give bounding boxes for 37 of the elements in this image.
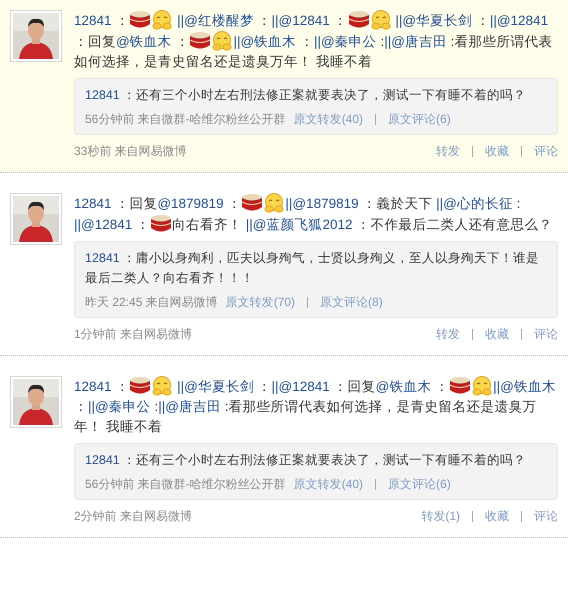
quoted-text: 12841 ：还有三个小时左右刑法修正案就要表决了，测试一下有睡不着的吗？ [85, 452, 528, 469]
user-link[interactable]: ||@铁血木 [493, 379, 556, 394]
timestamp-source: 2分钟前 来自网易微博 [74, 508, 192, 525]
timestamp-source: 1分钟前 来自网易微博 [74, 326, 192, 343]
user-link[interactable]: ||@唐吉田 [158, 399, 221, 414]
timestamp-source: 56分钟前 来自微群-哈维尔粉丝公开群 [85, 111, 286, 128]
user-link[interactable]: 12841 [85, 88, 120, 102]
user-link[interactable]: ||@蓝颜飞狐2012 [246, 217, 353, 232]
user-link[interactable]: ||@华夏长剑 [392, 13, 472, 28]
timestamp-source: 33秒前 来自网易微博 [74, 143, 187, 160]
user-link[interactable]: 12841 [74, 196, 112, 211]
user-link[interactable]: ||@秦申公 [88, 399, 151, 414]
user-link[interactable]: ||@唐吉田 [384, 34, 447, 49]
user-link[interactable]: ||@12841 [74, 217, 132, 232]
quoted-text: 12841 ：还有三个小时左右刑法修正案就要表决了，测试一下有睡不着的吗？ [85, 87, 528, 104]
user-link[interactable]: ||@12841 [272, 379, 330, 394]
post-text: 12841 ：回复@1879819 ： ||@1879819 ：義於天下 ||@心的长征 : ||@12841 ： 向右看齐！ ||@蓝颜飞狐2012 ：不作最后二类人还有意思么？ [74, 193, 558, 235]
user-link[interactable]: @1879819 [157, 196, 224, 211]
user-link[interactable]: ||@华夏长剑 [173, 379, 254, 394]
user-link[interactable]: ||@12841 [272, 13, 330, 28]
timestamp-source: 昨天 22:45 来自网易微博 [85, 294, 218, 311]
user-link[interactable]: ||@红楼醒梦 [173, 13, 254, 28]
quoted-text: 12841 ：庸小以身殉利，匹夫以身殉气，士贤以身殉义，至人以身殉天下！谁是最后二类人？向右看齐！！！ [85, 250, 540, 287]
user-link[interactable]: ||@铁血木 [233, 34, 296, 49]
user-link[interactable]: 12841 [85, 251, 120, 265]
user-link[interactable]: ||@12841 [490, 13, 548, 28]
user-link[interactable]: ||@秦申公 [314, 34, 377, 49]
user-link[interactable]: @铁血木 [116, 34, 172, 49]
user-link[interactable]: 12841 [85, 453, 120, 467]
timestamp-source: 56分钟前 来自微群-哈维尔粉丝公开群 [85, 476, 286, 493]
user-link[interactable]: 12841 [74, 13, 112, 28]
user-link[interactable]: @铁血木 [376, 379, 432, 394]
user-link[interactable]: ||@1879819 [285, 196, 359, 211]
user-link[interactable]: ||@心的长征 [436, 196, 513, 211]
post-text: 12841 ： ||@华夏长剑 ：||@12841 ：回复@铁血木 ： ||@铁血木 ：||@秦申公 :||@唐吉田 :看那些所谓代表如何选择，是青史留名还是遗臭万年！ 我睡不着 [74, 376, 558, 437]
post-text: 12841 ： ||@红楼醒梦 ：||@12841 ： ||@华夏长剑 ：||@12841 ：回复@铁血木 ： ||@铁血木 ：||@秦申公 :||@唐吉田 :看那些所谓代表如何选择，是青史留名还是遗臭万年！ 我睡不着 [74, 10, 558, 72]
user-link[interactable]: 12841 [74, 379, 112, 394]
